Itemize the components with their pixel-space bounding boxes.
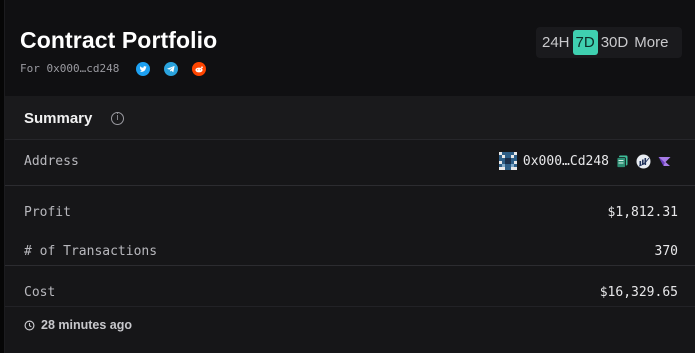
- twitter-icon[interactable]: [136, 62, 150, 76]
- last-updated: 28 minutes ago: [24, 318, 132, 332]
- range-option-30d[interactable]: 30D: [598, 30, 632, 55]
- explorer-link-icon[interactable]: [657, 154, 672, 169]
- info-icon[interactable]: i: [111, 112, 124, 125]
- copy-icon[interactable]: [615, 154, 630, 169]
- etherscan-icon[interactable]: [636, 154, 651, 169]
- page-title: Contract Portfolio: [20, 27, 218, 53]
- address-value[interactable]: 0x000…Cd248: [523, 154, 609, 169]
- address-avatar-icon: [498, 152, 517, 170]
- contract-portfolio-panel: Contract Portfolio For 0x000…cd248 24H 7…: [4, 0, 695, 353]
- profit-label: Profit: [24, 205, 71, 220]
- divider: [5, 265, 695, 266]
- summary-header: Summary i: [5, 96, 695, 140]
- summary-section: Summary i Address 0x000…Cd248 Profit $1,…: [5, 96, 695, 353]
- profit-value: $1,812.31: [607, 205, 678, 220]
- profit-row: Profit $1,812.31: [5, 193, 695, 233]
- telegram-icon[interactable]: [164, 62, 178, 76]
- last-updated-text: 28 minutes ago: [41, 318, 132, 332]
- cost-row: Cost $16,329.65: [5, 273, 695, 313]
- range-option-7d[interactable]: 7D: [572, 30, 598, 55]
- cost-value: $16,329.65: [599, 285, 678, 300]
- summary-title: Summary: [24, 110, 93, 127]
- divider: [5, 306, 695, 307]
- clock-icon: [24, 320, 35, 330]
- address-value-group: 0x000…Cd248: [498, 152, 672, 170]
- reddit-icon[interactable]: [192, 62, 206, 76]
- transactions-row: # of Transactions 370: [5, 232, 695, 272]
- divider: [5, 185, 695, 186]
- transactions-label: # of Transactions: [24, 244, 158, 259]
- range-option-24h[interactable]: 24H: [539, 30, 573, 55]
- address-label: Address: [24, 154, 79, 169]
- address-row: Address 0x000…Cd248: [5, 142, 695, 182]
- time-range-selector: 24H 7D 30D More: [536, 27, 682, 58]
- range-option-more[interactable]: More: [631, 30, 671, 55]
- address-subtitle: For 0x000…cd248: [20, 62, 120, 75]
- cost-label: Cost: [24, 285, 56, 300]
- transactions-value: 370: [654, 244, 678, 259]
- portfolio-header: Contract Portfolio For 0x000…cd248 24H 7…: [5, 0, 695, 96]
